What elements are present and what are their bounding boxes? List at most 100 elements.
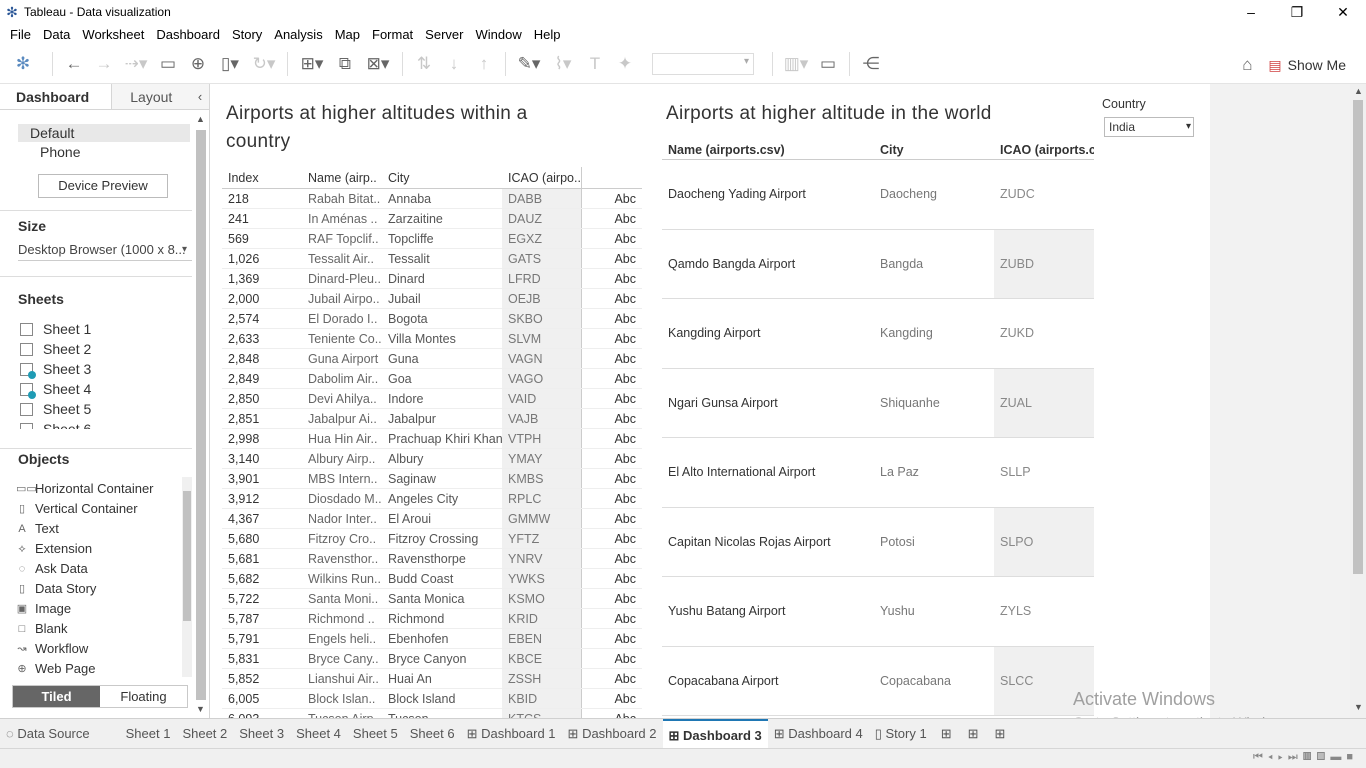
object-item[interactable]: ▯ Vertical Container: [0, 499, 180, 519]
nav-controls[interactable]: ⏮◂▸⏭▦▤▬■: [1253, 751, 1358, 764]
show-cards-icon[interactable]: ▥▾: [779, 51, 813, 77]
tableau-home-icon[interactable]: ✻: [0, 51, 46, 77]
tab-layout[interactable]: Layout: [111, 84, 192, 109]
view2-table[interactable]: Name (airports.csv) City ICAO (airports.…: [662, 140, 1094, 718]
pin-icon[interactable]: ✦: [610, 51, 640, 77]
new-worksheet-icon[interactable]: ⊞: [933, 719, 960, 749]
object-item[interactable]: ▯ Data Story: [0, 579, 180, 599]
chevron-down-icon[interactable]: ▾: [182, 244, 187, 255]
menu-format[interactable]: Format: [366, 27, 419, 42]
table-row[interactable]: 5,680 Fitzroy Cro.. Fitzroy Crossing YFTZ Ab…: [222, 529, 642, 549]
table-row[interactable]: Ngari Gunsa Airport Shiquanhe ZUAL: [662, 368, 1094, 438]
table-row[interactable]: 5,787 Richmond .. Richmond KRID Abc: [222, 609, 642, 629]
table-row[interactable]: 2,998 Hua Hin Air.. Prachuap Khiri Khan VTP…: [222, 429, 642, 449]
table-row[interactable]: 5,791 Engels heli.. Ebenhofen EBEN Abc: [222, 629, 642, 649]
tab-sheet-4[interactable]: Sheet 4: [290, 719, 347, 749]
redo-icon[interactable]: →: [89, 51, 119, 77]
format-painter-icon[interactable]: ⌂: [1232, 52, 1262, 78]
table-row[interactable]: El Alto International Airport La Paz SLLP: [662, 438, 1094, 508]
sheet-item[interactable]: Sheet 3: [0, 359, 192, 379]
sheet-item[interactable]: Sheet 6: [0, 419, 192, 429]
table-row[interactable]: 3,140 Albury Airp.. Albury YMAY Abc: [222, 449, 642, 469]
tab-sheet-1[interactable]: Sheet 1: [120, 719, 177, 749]
tab-sheet-2[interactable]: Sheet 2: [176, 719, 233, 749]
refresh-icon[interactable]: ↻▾: [247, 51, 281, 77]
table-row[interactable]: Capitan Nicolas Rojas Airport Potosi SLPO: [662, 507, 1094, 577]
table-row[interactable]: 2,000 Jubail Airpo.. Jubail OEJB Abc: [222, 289, 642, 309]
menu-analysis[interactable]: Analysis: [268, 27, 328, 42]
sheet-item[interactable]: Sheet 2: [0, 339, 192, 359]
highlight-icon[interactable]: ✎▾: [512, 51, 546, 77]
share-icon[interactable]: ⋲: [856, 51, 886, 77]
sheet-item[interactable]: Sheet 4: [0, 379, 192, 399]
tab-dashboard[interactable]: Dashboard: [0, 84, 112, 109]
menu-story[interactable]: Story: [226, 27, 268, 42]
tab-data-source[interactable]: ◌ Data Source: [0, 719, 96, 749]
device-phone[interactable]: Phone: [40, 144, 80, 160]
device-preview-button[interactable]: Device Preview: [38, 174, 168, 198]
fit-dropdown[interactable]: ▾: [652, 52, 754, 75]
table-row[interactable]: 2,850 Devi Ahilya.. Indore VAID Abc: [222, 389, 642, 409]
header-icao[interactable]: ICAO (airports.cs: [994, 140, 1094, 159]
table-row[interactable]: 2,848 Guna Airport Guna VAGN Abc: [222, 349, 642, 369]
new-data-source-icon[interactable]: ⊕: [183, 51, 213, 77]
collapse-pane-icon[interactable]: ‹: [191, 84, 209, 109]
table-row[interactable]: 2,633 Teniente Co.. Villa Montes SLVM Abc: [222, 329, 642, 349]
header-index[interactable]: Index: [222, 167, 302, 188]
object-item[interactable]: ▣ Image: [0, 599, 180, 619]
presentation-mode-icon[interactable]: ▭: [813, 51, 843, 77]
new-dashboard-icon[interactable]: ⊞: [960, 719, 987, 749]
close-button[interactable]: ✕: [1320, 0, 1366, 24]
object-item[interactable]: ◌ Ask Data: [0, 559, 180, 579]
object-item[interactable]: □ Blank: [0, 619, 180, 639]
table-row[interactable]: 218 Rabah Bitat.. Annaba DABB Abc: [222, 189, 642, 209]
sheet-item[interactable]: Sheet 5: [0, 399, 192, 419]
tiled-button[interactable]: Tiled: [13, 686, 100, 707]
object-item[interactable]: ▭▭ Horizontal Container: [0, 479, 180, 499]
objects-scrollbar[interactable]: [182, 477, 192, 677]
table-row[interactable]: Kangding Airport Kangding ZUKD: [662, 299, 1094, 369]
view1-table[interactable]: Index Name (airp.. City ICAO (airpo.. 21…: [222, 167, 642, 718]
tab-sheet-5[interactable]: Sheet 5: [347, 719, 404, 749]
table-row[interactable]: 2,574 El Dorado I.. Bogota SKBO Abc: [222, 309, 642, 329]
table-row[interactable]: 241 In Aménas .. Zarzaitine DAUZ Abc: [222, 209, 642, 229]
group-icon[interactable]: ⌇▾: [546, 51, 580, 77]
menu-data[interactable]: Data: [37, 27, 76, 42]
table-row[interactable]: 569 RAF Topclif.. Topcliffe EGXZ Abc: [222, 229, 642, 249]
minimize-button[interactable]: –: [1228, 0, 1274, 24]
device-default[interactable]: Default: [18, 124, 190, 142]
table-row[interactable]: Daocheng Yading Airport Daocheng ZUDC: [662, 160, 1094, 230]
menu-worksheet[interactable]: Worksheet: [76, 27, 150, 42]
header-name[interactable]: Name (airp..: [302, 167, 382, 188]
clear-icon[interactable]: ⊠▾: [360, 51, 396, 77]
table-row[interactable]: 1,026 Tessalit Air.. Tessalit GATS Abc: [222, 249, 642, 269]
table-row[interactable]: 1,369 Dinard-Pleu.. Dinard LFRD Abc: [222, 269, 642, 289]
tab-story-1[interactable]: ▯ Story 1: [869, 719, 933, 749]
table-row[interactable]: 2,849 Dabolim Air.. Goa VAGO Abc: [222, 369, 642, 389]
table-row[interactable]: 6,005 Block Islan.. Block Island KBID Abc: [222, 689, 642, 709]
canvas-scrollbar[interactable]: ▲ ▼: [1350, 84, 1366, 718]
tab-dashboard-2[interactable]: ⊞ Dashboard 2: [562, 719, 663, 749]
table-row[interactable]: 5,722 Santa Moni.. Santa Monica KSMO Abc: [222, 589, 642, 609]
table-row[interactable]: 5,852 Lianshui Air.. Huai An ZSSH Abc: [222, 669, 642, 689]
header-name[interactable]: Name (airports.csv): [662, 140, 874, 159]
object-item[interactable]: ⊕ Web Page: [0, 659, 180, 679]
table-row[interactable]: 5,682 Wilkins Run.. Budd Coast YWKS Abc: [222, 569, 642, 589]
object-item[interactable]: A Text: [0, 519, 180, 539]
pause-updates-icon[interactable]: ▯▾: [213, 51, 247, 77]
table-row[interactable]: 2,851 Jabalpur Ai.. Jabalpur VAJB Abc: [222, 409, 642, 429]
menu-map[interactable]: Map: [329, 27, 366, 42]
save-icon[interactable]: ▭: [153, 51, 183, 77]
duplicate-icon[interactable]: ⧉: [330, 51, 360, 77]
header-icao[interactable]: ICAO (airpo..: [502, 167, 582, 188]
table-row[interactable]: 3,912 Diosdado M.. Angeles City RPLC Abc: [222, 489, 642, 509]
header-city[interactable]: City: [874, 140, 994, 159]
menu-dashboard[interactable]: Dashboard: [150, 27, 226, 42]
table-row[interactable]: 4,367 Nador Inter.. El Aroui GMMW Abc: [222, 509, 642, 529]
menu-file[interactable]: File: [4, 27, 37, 42]
sheet-item[interactable]: Sheet 1: [0, 319, 192, 339]
new-worksheet-icon[interactable]: ⊞▾: [294, 51, 330, 77]
tab-dashboard-4[interactable]: ⊞ Dashboard 4: [768, 719, 869, 749]
swap-icon[interactable]: ⇅: [409, 51, 439, 77]
menu-window[interactable]: Window: [469, 27, 527, 42]
